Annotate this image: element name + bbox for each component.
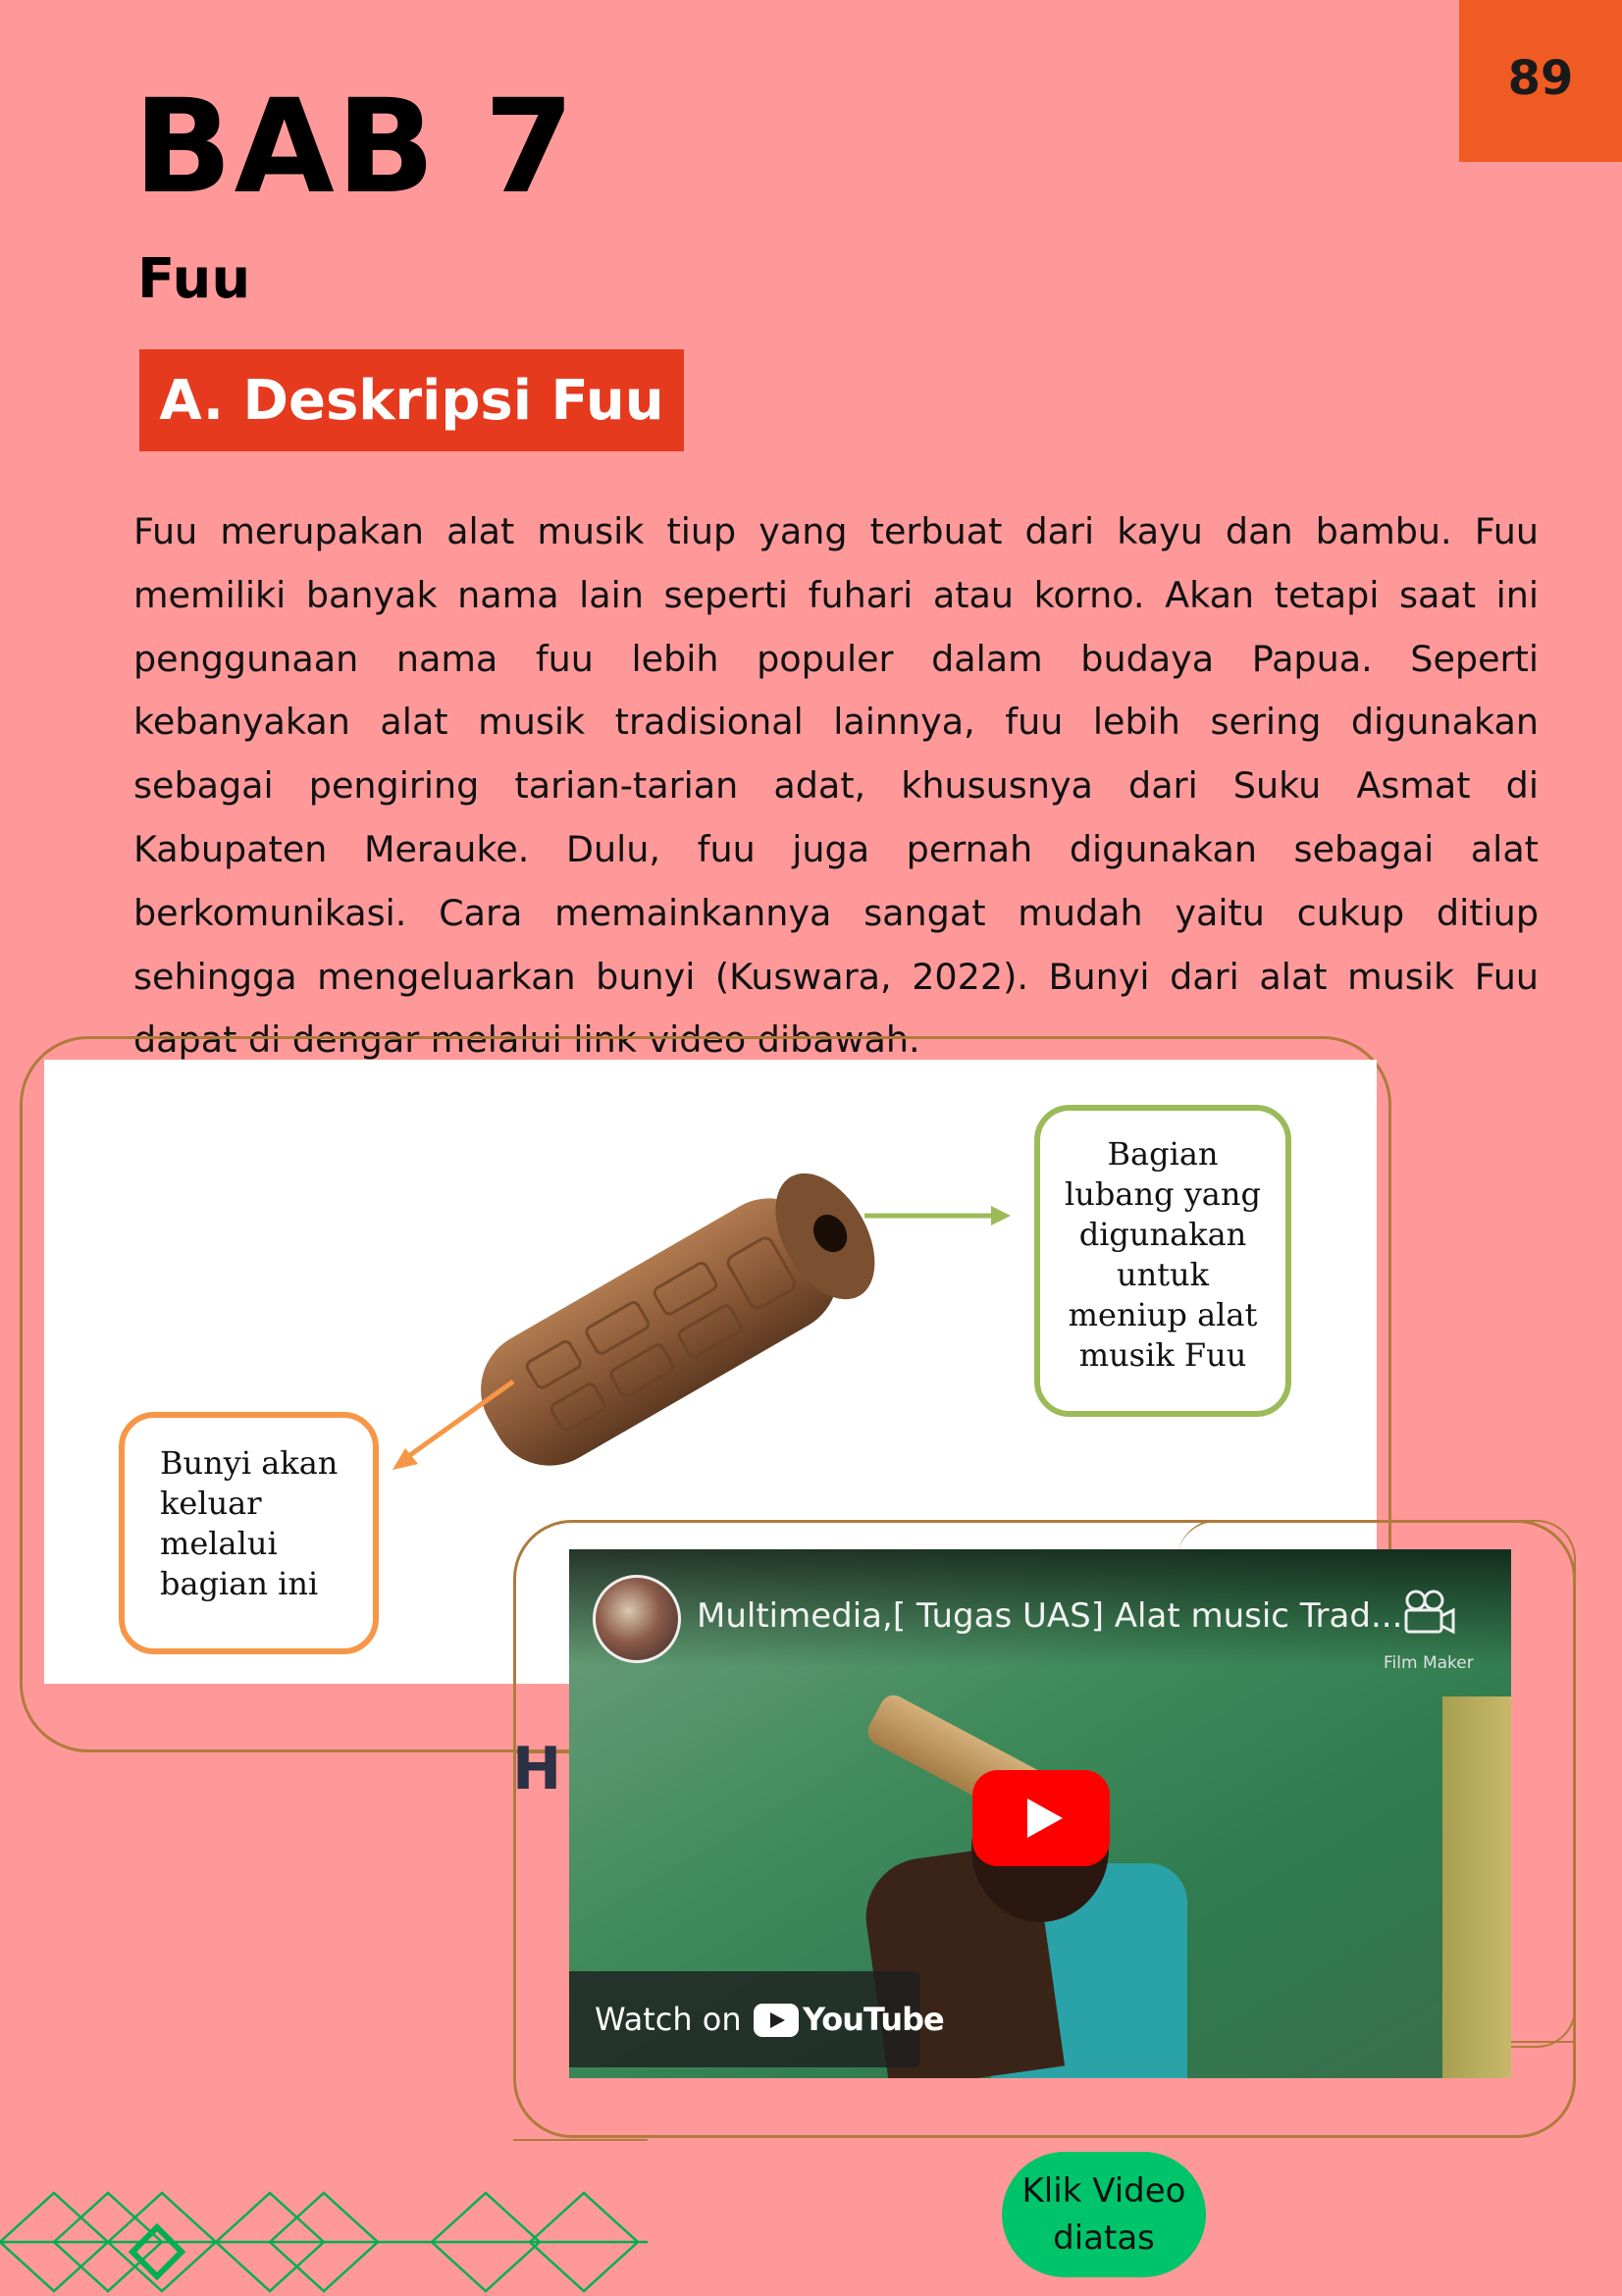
section-heading: A. Deskripsi Fuu xyxy=(159,369,664,433)
page-number: 89 xyxy=(1507,51,1574,106)
click-video-badge: Klik Video diatas xyxy=(1002,2152,1206,2277)
watch-on-youtube-button[interactable]: Watch on YouTube xyxy=(569,1971,945,2067)
cta-line-1: Klik Video xyxy=(1021,2171,1186,2211)
youtube-icon xyxy=(754,2004,799,2037)
callout-text: lubang yang xyxy=(1065,1175,1261,1213)
play-icon[interactable] xyxy=(972,1770,1110,1866)
callout-text: keluar xyxy=(160,1485,262,1522)
camera-icon xyxy=(1404,1590,1455,1635)
video-title[interactable]: Multimedia,[ Tugas UAS] Alat music Trad.… xyxy=(697,1596,1402,1636)
channel-badge: Film Maker xyxy=(1384,1653,1474,1673)
chapter-subtitle: Fuu xyxy=(137,247,251,311)
channel-avatar-icon[interactable] xyxy=(593,1575,681,1663)
youtube-embed[interactable]: Multimedia,[ Tugas UAS] Alat music Trad.… xyxy=(569,1549,1511,2078)
section-heading-box: A. Deskripsi Fuu xyxy=(139,349,684,451)
callout-text: untuk xyxy=(1116,1256,1210,1293)
callout-text: digunakan xyxy=(1078,1216,1247,1253)
youtube-wordmark: YouTube xyxy=(803,2001,945,2038)
callout-sound-exit: Bunyi akan keluar melalui bagian ini xyxy=(119,1412,379,1654)
video-scene-wall xyxy=(1442,1696,1511,2078)
cta-line-2: diatas xyxy=(1053,2218,1155,2258)
callout-blow-hole: Bagian lubang yang digunakan untuk meniu… xyxy=(1034,1105,1291,1417)
watch-on-label: Watch on xyxy=(595,2001,742,2038)
page-number-box: 89 xyxy=(1459,0,1622,162)
description-paragraph: Fuu merupakan alat musik tiup yang terbu… xyxy=(133,510,1539,1062)
callout-text: meniup alat xyxy=(1068,1296,1258,1333)
decorative-letter: H xyxy=(512,1735,562,1803)
divider xyxy=(513,2139,648,2141)
fuu-instrument xyxy=(481,1173,875,1466)
callout-text: melalui xyxy=(160,1525,278,1562)
diamond-pattern xyxy=(0,2191,648,2293)
callout-text: Bagian xyxy=(1107,1135,1219,1173)
callout-text: bagian ini xyxy=(160,1565,319,1602)
chapter-title: BAB 7 xyxy=(133,72,577,223)
callout-text: musik Fuu xyxy=(1078,1336,1247,1374)
callout-text: Bunyi akan xyxy=(160,1444,339,1482)
